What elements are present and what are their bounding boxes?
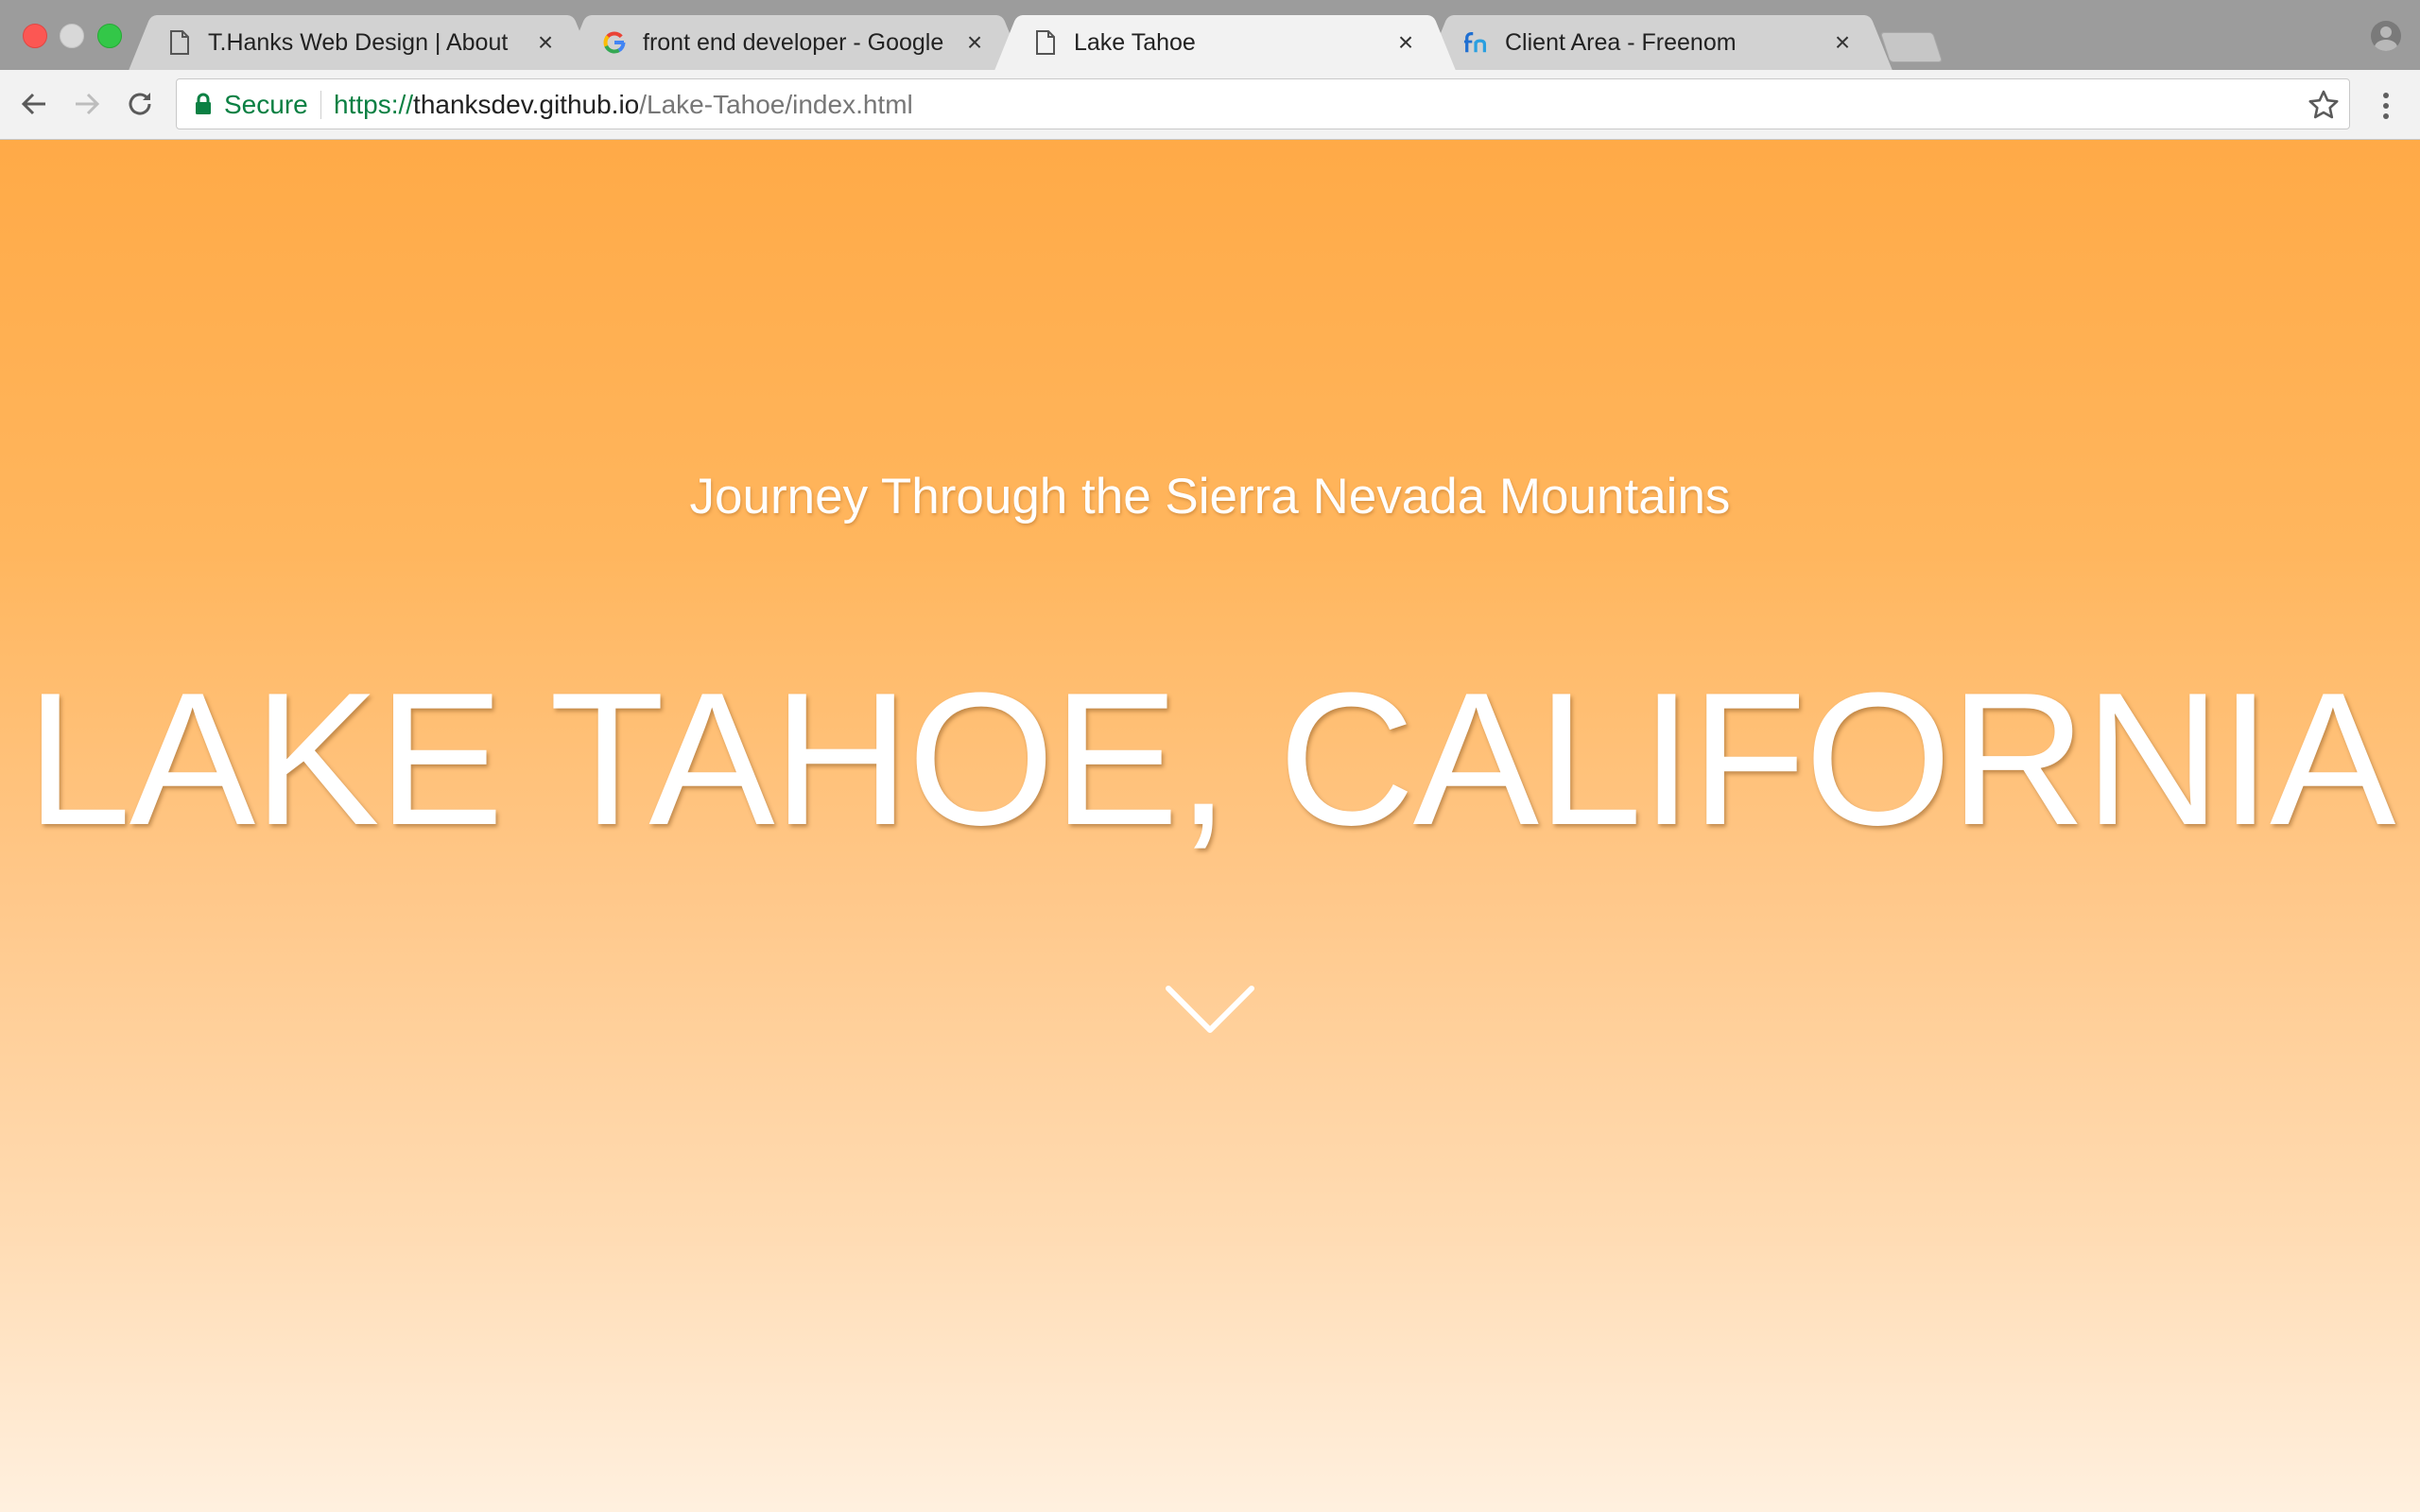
arrow-left-icon [21, 93, 45, 115]
reload-icon [129, 93, 151, 115]
tab-close-icon[interactable]: × [1828, 28, 1857, 57]
hero-title: LAKE TAHOE, CALIFORNIA [26, 654, 2396, 865]
new-tab-button[interactable] [1879, 32, 1944, 62]
url-path: /Lake-Tahoe/index.html [639, 90, 913, 119]
hero-subtitle: Journey Through the Sierra Nevada Mounta… [689, 469, 1731, 524]
tab-title: Client Area - Freenom [1505, 29, 1737, 56]
freenom-icon [1463, 29, 1490, 56]
window-close-button[interactable] [23, 24, 47, 48]
back-button[interactable] [15, 85, 53, 123]
window-titlebar: T.Hanks Web Design | About × front end d… [0, 0, 2420, 70]
browser-toolbar: Secure https://thanksdev.github.io/Lake-… [0, 70, 2420, 140]
window-maximize-button[interactable] [97, 24, 122, 48]
tab-google-search[interactable]: front end developer - Google S × [586, 15, 1002, 70]
tab-about[interactable]: T.Hanks Web Design | About × [151, 15, 573, 70]
tab-freenom[interactable]: Client Area - Freenom × [1448, 15, 1870, 70]
chevron-down-icon[interactable] [1165, 983, 1255, 1040]
tab-title: front end developer - Google S [643, 29, 945, 56]
window-minimize-button[interactable] [60, 24, 84, 48]
secure-label: Secure [224, 90, 308, 119]
tab-close-icon[interactable]: × [960, 28, 989, 57]
address-bar[interactable]: Secure https://thanksdev.github.io/Lake-… [176, 78, 2350, 129]
reload-button[interactable] [121, 85, 159, 123]
address-bar-divider [320, 91, 321, 119]
url-scheme: https:// [334, 90, 414, 119]
profile-avatar-icon[interactable] [2371, 21, 2401, 51]
tab-close-icon[interactable]: × [531, 28, 560, 57]
forward-button[interactable] [68, 85, 106, 123]
tab-title: Lake Tahoe [1074, 29, 1196, 56]
tab-title: T.Hanks Web Design | About [208, 29, 509, 56]
url-text[interactable]: https://thanksdev.github.io/Lake-Tahoe/i… [334, 90, 913, 120]
tab-close-icon[interactable]: × [1392, 28, 1420, 57]
lock-icon [196, 93, 211, 114]
page-icon [1032, 29, 1059, 56]
arrow-right-icon [76, 93, 100, 115]
tab-lake-tahoe[interactable]: Lake Tahoe × [1017, 15, 1433, 70]
page-icon [166, 29, 193, 56]
browser-menu-icon[interactable] [2375, 89, 2397, 123]
google-icon [601, 29, 628, 56]
url-host: thanksdev.github.io [413, 90, 640, 119]
hero-section: Journey Through the Sierra Nevada Mounta… [0, 140, 2420, 1512]
bookmark-star-icon[interactable] [2308, 89, 2340, 121]
